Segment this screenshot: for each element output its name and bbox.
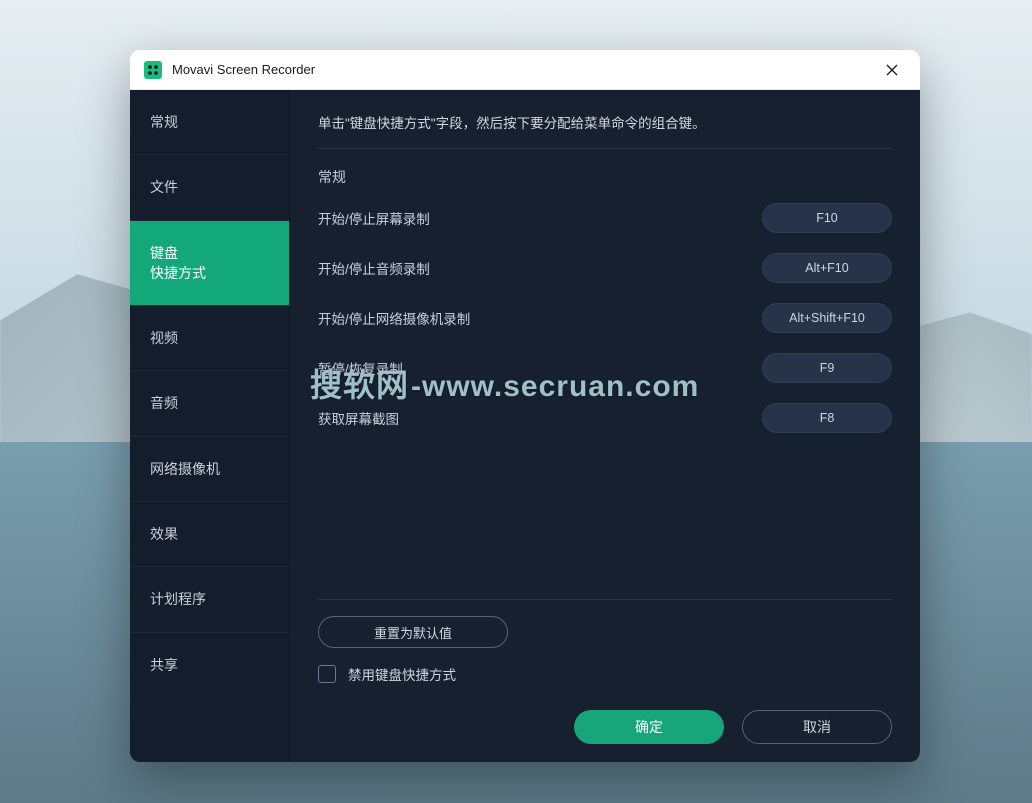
settings-window: Movavi Screen Recorder 常规 文件 键盘 快捷方式 视频 … [130, 50, 920, 762]
shortcut-row: 开始/停止网络摄像机录制 Alt+Shift+F10 [318, 303, 892, 333]
sidebar: 常规 文件 键盘 快捷方式 视频 音频 网络摄像机 效果 计划程序 共享 [130, 90, 290, 762]
spacer [318, 453, 892, 591]
sidebar-item-label: 共享 [150, 657, 178, 673]
shortcut-row: 开始/停止屏幕录制 F10 [318, 203, 892, 233]
sidebar-item-label: 文件 [150, 179, 178, 195]
sidebar-item-video[interactable]: 视频 [130, 306, 289, 371]
divider [318, 599, 892, 600]
instruction-text: 单击"键盘快捷方式"字段，然后按下要分配给菜单命令的组合键。 [318, 112, 892, 132]
shortcut-row: 暂停/恢复录制 F9 [318, 353, 892, 383]
sidebar-item-label: 音频 [150, 395, 178, 411]
shortcut-label: 开始/停止网络摄像机录制 [318, 308, 470, 328]
disable-shortcuts-label: 禁用键盘快捷方式 [348, 664, 456, 684]
main-panel: 单击"键盘快捷方式"字段，然后按下要分配给菜单命令的组合键。 常规 开始/停止屏… [290, 90, 920, 762]
sidebar-item-scheduler[interactable]: 计划程序 [130, 567, 289, 632]
sidebar-item-webcam[interactable]: 网络摄像机 [130, 437, 289, 502]
shortcut-key-field[interactable]: Alt+Shift+F10 [762, 303, 892, 333]
sidebar-item-label: 常规 [150, 114, 178, 130]
app-logo-icon [144, 61, 162, 79]
sidebar-item-effects[interactable]: 效果 [130, 502, 289, 567]
sidebar-item-label: 视频 [150, 330, 178, 346]
shortcut-label: 开始/停止音频录制 [318, 258, 430, 278]
dialog-footer: 确定 取消 [318, 710, 892, 744]
sidebar-item-keyboard-shortcuts[interactable]: 键盘 快捷方式 [130, 221, 289, 307]
shortcut-label: 获取屏幕截图 [318, 408, 399, 428]
sidebar-item-label: 计划程序 [150, 591, 206, 607]
shortcut-label: 开始/停止屏幕录制 [318, 208, 430, 228]
window-body: 常规 文件 键盘 快捷方式 视频 音频 网络摄像机 效果 计划程序 共享 单击"… [130, 90, 920, 762]
divider [318, 148, 892, 149]
disable-shortcuts-row: 禁用键盘快捷方式 [318, 664, 892, 684]
close-button[interactable] [878, 56, 906, 84]
reset-defaults-button[interactable]: 重置为默认值 [318, 616, 508, 648]
sidebar-item-files[interactable]: 文件 [130, 155, 289, 220]
shortcut-label: 暂停/恢复录制 [318, 358, 403, 378]
sidebar-item-general[interactable]: 常规 [130, 90, 289, 155]
disable-shortcuts-checkbox[interactable] [318, 665, 336, 683]
sidebar-item-label: 键盘 快捷方式 [150, 245, 206, 281]
shortcut-row: 开始/停止音频录制 Alt+F10 [318, 253, 892, 283]
cancel-button[interactable]: 取消 [742, 710, 892, 744]
shortcut-key-field[interactable]: F9 [762, 353, 892, 383]
window-title: Movavi Screen Recorder [172, 62, 878, 77]
ok-button[interactable]: 确定 [574, 710, 724, 744]
sidebar-item-label: 网络摄像机 [150, 461, 220, 477]
section-title: 常规 [318, 167, 892, 187]
sidebar-item-sharing[interactable]: 共享 [130, 633, 289, 697]
shortcut-row: 获取屏幕截图 F8 [318, 403, 892, 433]
sidebar-item-label: 效果 [150, 526, 178, 542]
shortcut-key-field[interactable]: F10 [762, 203, 892, 233]
titlebar: Movavi Screen Recorder [130, 50, 920, 90]
shortcut-key-field[interactable]: Alt+F10 [762, 253, 892, 283]
shortcut-key-field[interactable]: F8 [762, 403, 892, 433]
sidebar-item-audio[interactable]: 音频 [130, 371, 289, 436]
close-icon [886, 64, 898, 76]
